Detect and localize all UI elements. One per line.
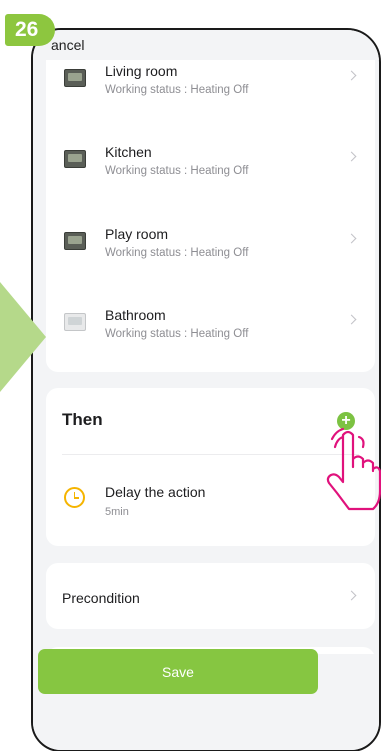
thermostat-icon	[64, 69, 86, 87]
save-label: Save	[162, 663, 194, 680]
device-name: Bathroom	[105, 307, 166, 323]
device-name: Play room	[105, 226, 169, 242]
thermostat-icon	[64, 313, 86, 331]
action-title: Delay the action	[105, 484, 206, 500]
then-section-title: Then	[62, 410, 103, 429]
chevron-right-icon	[346, 314, 357, 325]
pointing-hand-icon	[326, 427, 381, 511]
chevron-right-icon	[346, 70, 357, 81]
top-bar: ancel	[33, 30, 379, 60]
thermostat-icon	[64, 232, 86, 250]
pointer-arrow-graphic	[0, 282, 46, 392]
device-row-bathroom[interactable]: Bathroom Working status : Heating Off	[46, 307, 375, 367]
device-row-living-room[interactable]: Living room Working status : Heating Off	[46, 63, 375, 123]
precondition-label: Precondition	[62, 590, 140, 606]
device-status: Working status : Heating Off	[105, 165, 249, 177]
action-subtitle: 5min	[105, 506, 129, 518]
device-status: Working status : Heating Off	[105, 328, 249, 340]
thermostat-icon	[64, 150, 86, 168]
clock-icon	[64, 487, 85, 508]
step-number-badge: 26	[5, 14, 55, 46]
device-status: Working status : Heating Off	[105, 247, 249, 259]
device-row-kitchen[interactable]: Kitchen Working status : Heating Off	[46, 144, 375, 204]
devices-card: Living room Working status : Heating Off…	[46, 48, 375, 372]
chevron-right-icon	[346, 590, 357, 601]
device-row-play-room[interactable]: Play room Working status : Heating Off	[46, 226, 375, 286]
phone-screen: Living room Working status : Heating Off…	[31, 28, 381, 751]
device-status: Working status : Heating Off	[105, 84, 249, 96]
chevron-right-icon	[346, 151, 357, 162]
save-button[interactable]: Save	[38, 649, 318, 694]
precondition-card[interactable]: Precondition	[46, 563, 375, 629]
divider	[62, 454, 359, 455]
step-number: 26	[15, 18, 39, 41]
device-name: Kitchen	[105, 144, 152, 160]
device-name: Living room	[105, 63, 178, 79]
cancel-button[interactable]: ancel	[51, 37, 84, 53]
chevron-right-icon	[346, 233, 357, 244]
